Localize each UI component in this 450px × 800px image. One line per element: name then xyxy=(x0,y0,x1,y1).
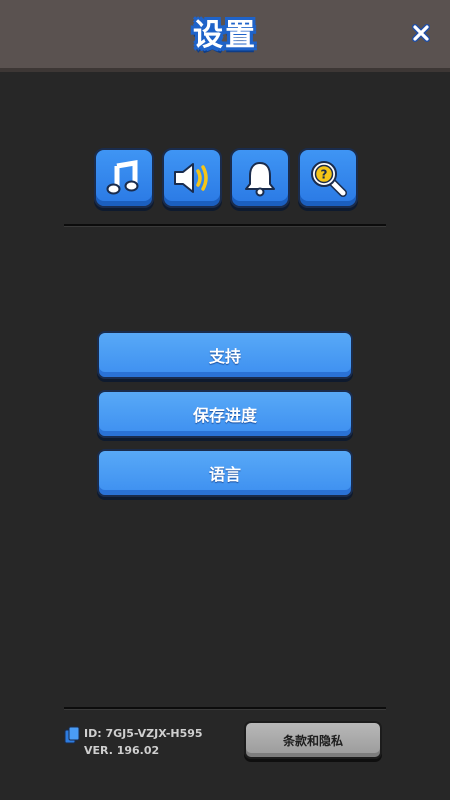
help-button[interactable]: ? xyxy=(298,148,358,208)
close-button[interactable] xyxy=(410,22,432,44)
header-bar: 设置 xyxy=(0,0,450,72)
bottom-divider xyxy=(64,707,386,710)
terms-privacy-button[interactable]: 条款和隐私 xyxy=(244,721,382,759)
notification-bell-icon xyxy=(245,162,275,197)
copy-icon xyxy=(64,726,80,744)
svg-text:?: ? xyxy=(321,168,328,182)
sound-toggle-button[interactable] xyxy=(162,148,222,208)
close-icon xyxy=(412,24,430,42)
sound-icon xyxy=(174,163,208,193)
language-button[interactable]: 语言 xyxy=(97,449,353,497)
help-search-icon: ? xyxy=(311,161,347,197)
settings-toggle-row: ? xyxy=(94,148,358,208)
support-button[interactable]: 支持 xyxy=(97,331,353,379)
copy-id-button[interactable] xyxy=(64,726,80,744)
settings-menu: 支持 保存进度 语言 xyxy=(97,331,353,508)
music-icon xyxy=(106,160,139,195)
notification-toggle-button[interactable] xyxy=(230,148,290,208)
top-divider xyxy=(64,224,386,227)
music-toggle-button[interactable] xyxy=(94,148,154,208)
settings-screen: 设置 ? 支持 保存进度 语言 ID: 7GJ5-VZJX-H595 VER. … xyxy=(0,0,450,800)
player-id: ID: 7GJ5-VZJX-H595 xyxy=(84,727,203,740)
save-progress-button[interactable]: 保存进度 xyxy=(97,390,353,438)
version-label: VER. 196.02 xyxy=(84,744,160,757)
page-title: 设置 xyxy=(193,18,257,53)
